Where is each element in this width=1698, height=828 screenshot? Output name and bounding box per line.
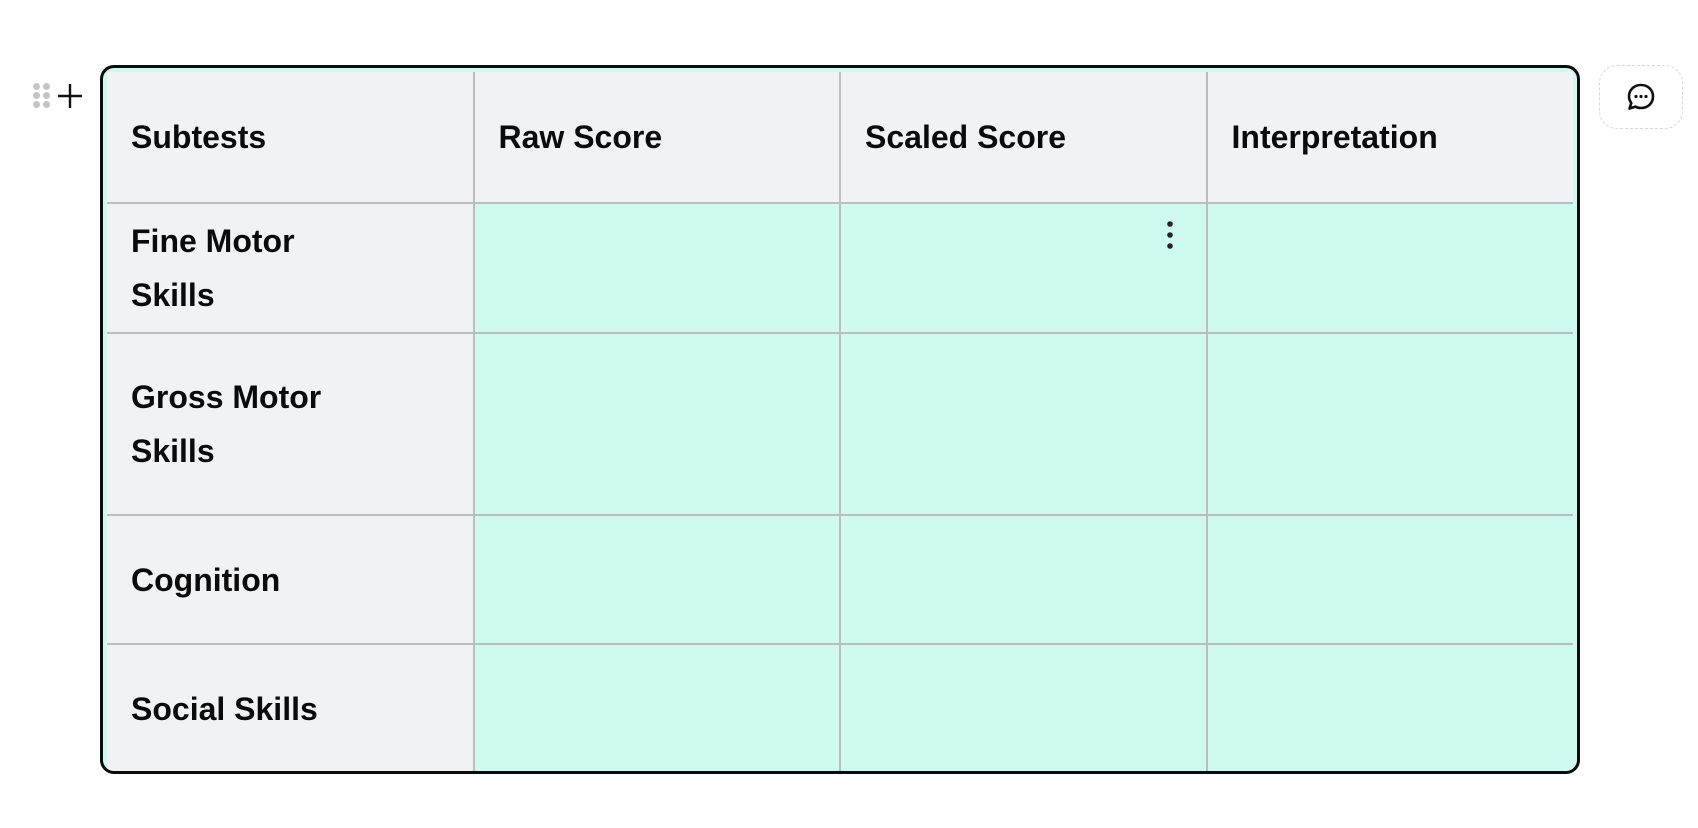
interpretation-cell[interactable] bbox=[1205, 643, 1573, 771]
subtest-label: Fine Motor Skills bbox=[131, 223, 295, 313]
interpretation-cell[interactable] bbox=[1205, 514, 1573, 645]
table-row: Social Skills bbox=[107, 643, 1573, 771]
plus-icon[interactable] bbox=[56, 82, 84, 110]
scaled-score-cell[interactable] bbox=[839, 332, 1208, 516]
subtest-label: Social Skills bbox=[131, 691, 318, 727]
scaled-score-cell[interactable] bbox=[839, 202, 1208, 334]
subtest-label: Cognition bbox=[131, 561, 281, 598]
header-interpretation[interactable]: Interpretation bbox=[1205, 72, 1573, 204]
subtest-cell[interactable]: Cognition bbox=[107, 514, 475, 645]
comment-bubble-icon bbox=[1627, 83, 1655, 110]
raw-score-cell[interactable] bbox=[472, 514, 841, 645]
header-scaled-score[interactable]: Scaled Score bbox=[839, 72, 1208, 204]
scaled-score-cell[interactable] bbox=[839, 643, 1208, 771]
block-controls bbox=[33, 82, 85, 110]
comment-button[interactable] bbox=[1599, 65, 1683, 129]
table-row: Gross Motor Skills bbox=[107, 332, 1573, 516]
subtest-cell[interactable]: Gross Motor Skills bbox=[107, 332, 475, 516]
raw-score-cell[interactable] bbox=[472, 643, 841, 771]
interpretation-cell[interactable] bbox=[1205, 332, 1573, 516]
subtest-cell[interactable]: Social Skills bbox=[107, 643, 475, 771]
header-raw-score[interactable]: Raw Score bbox=[472, 72, 841, 204]
table-header-row: Subtests Raw Score Scaled Score Interpre… bbox=[107, 72, 1573, 204]
scaled-score-cell[interactable] bbox=[839, 514, 1208, 645]
subtest-cell[interactable]: Fine Motor Skills bbox=[107, 202, 475, 334]
header-subtests[interactable]: Subtests bbox=[107, 72, 475, 204]
subtest-label: Gross Motor Skills bbox=[131, 379, 322, 469]
vertical-ellipsis-icon[interactable] bbox=[1164, 220, 1176, 250]
raw-score-cell[interactable] bbox=[472, 332, 841, 516]
raw-score-cell[interactable] bbox=[472, 202, 841, 334]
table-row: Fine Motor Skills bbox=[107, 202, 1573, 334]
drag-handle-icon[interactable] bbox=[33, 83, 51, 109]
table-row: Cognition bbox=[107, 514, 1573, 645]
scores-table: Subtests Raw Score Scaled Score Interpre… bbox=[100, 65, 1580, 774]
interpretation-cell[interactable] bbox=[1205, 202, 1573, 334]
